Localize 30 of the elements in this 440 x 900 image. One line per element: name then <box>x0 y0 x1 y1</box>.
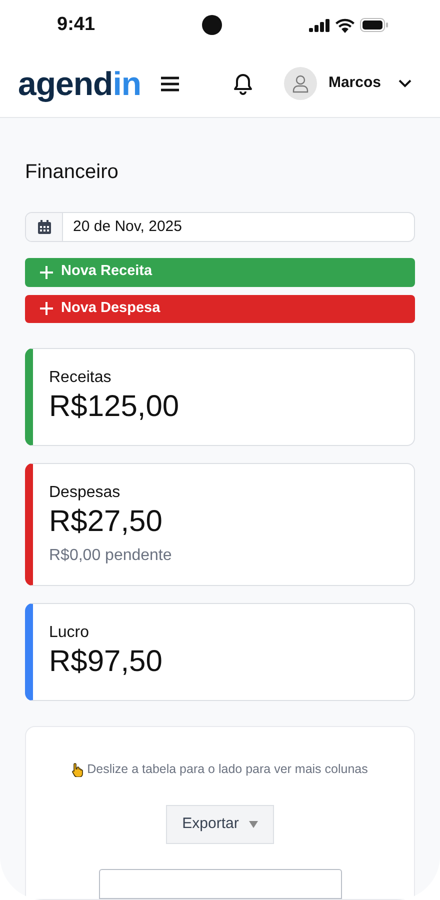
search-field[interactable] <box>98 869 342 899</box>
card-label: Lucro <box>49 624 90 642</box>
card-note: R$0,00 pendente <box>49 546 173 566</box>
calendar-icon <box>38 220 50 234</box>
pointing-hand-icon <box>72 762 84 777</box>
card-label: Despesas <box>49 484 122 502</box>
bell-icon <box>233 72 254 94</box>
card-amount: R$97,50 <box>49 644 164 680</box>
user-name: Marcos <box>328 73 381 94</box>
add-button[interactable]: Nova Despesa <box>25 294 415 324</box>
chevron-down-icon <box>398 79 412 88</box>
export-button[interactable]: Exportar <box>166 805 274 844</box>
dropdown-triangle-icon <box>248 821 258 828</box>
user-menu[interactable]: Marcos <box>284 67 412 100</box>
signal-icon <box>309 18 330 32</box>
avatar-icon <box>284 67 318 100</box>
wifi-icon <box>335 18 355 32</box>
plus-icon <box>40 302 53 316</box>
swipe-hint: Deslize a tabela para o lado para ver mais colunas <box>87 761 368 778</box>
card-amount: R$125,00 <box>49 389 180 426</box>
page-title: Financeiro <box>25 160 120 184</box>
date-field[interactable]: 20 de Nov, 2025 <box>25 212 415 242</box>
app-logo: agendin <box>18 67 142 100</box>
plus-icon <box>40 266 53 279</box>
notification-button[interactable] <box>232 72 254 96</box>
status-time: 9:41 <box>57 12 96 37</box>
battery-icon <box>360 18 389 32</box>
card-amount: R$27,50 <box>49 504 164 540</box>
card-label: Receitas <box>49 369 112 388</box>
menu-icon <box>160 76 180 92</box>
